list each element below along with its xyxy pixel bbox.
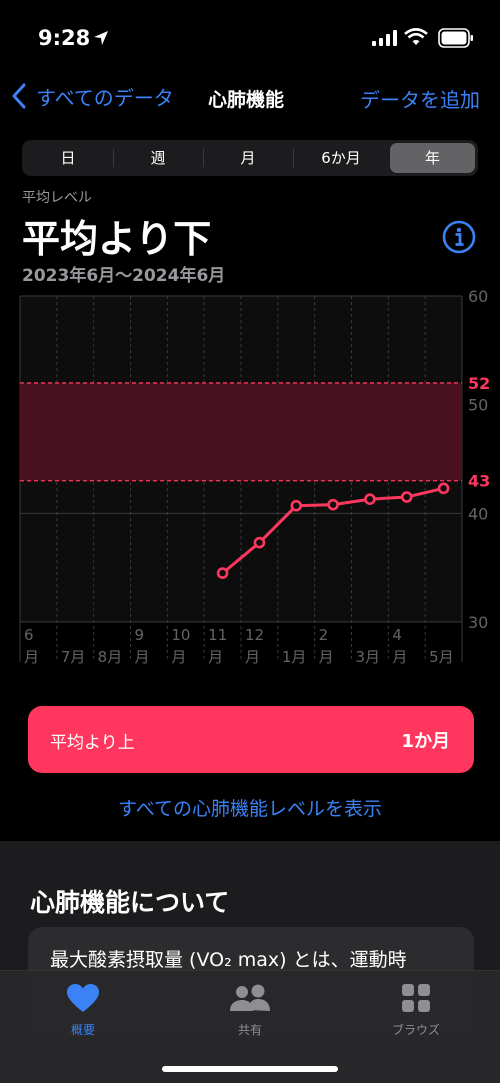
info-icon[interactable]: [442, 220, 476, 254]
x-tick-label: 月: [171, 648, 186, 666]
x-tick-label: 5月: [429, 648, 454, 666]
navigation-bar: すべてのデータ 心肺機能 データを追加: [0, 78, 500, 118]
data-point: [400, 491, 413, 503]
tab-browse-label: ブラウズ: [391, 1023, 440, 1037]
tab-summary[interactable]: 概要: [23, 983, 143, 1038]
x-tick-label: 月: [319, 648, 334, 666]
x-tick-label: 10: [171, 626, 190, 644]
main-content: 日 週 月 6か月 年 平均レベル 平均より下 2023年6月〜2024年6月 …: [0, 126, 500, 841]
band-high-label: 52: [468, 374, 490, 393]
cellular-signal-icon: [372, 30, 397, 46]
x-tick-label: 月: [208, 648, 223, 666]
y-tick-label: 60: [468, 287, 488, 306]
tab-browse[interactable]: ブラウズ: [356, 983, 476, 1038]
time-range-segmented-control: 日 週 月 6か月 年: [22, 140, 478, 176]
back-button-label: すべてのデータ: [36, 85, 174, 110]
data-point: [437, 482, 450, 495]
y-tick-label: 50: [468, 396, 488, 415]
x-tick-label: 月: [24, 648, 39, 666]
segment-month[interactable]: 月: [205, 143, 291, 173]
segment-year[interactable]: 年: [390, 143, 475, 173]
segment-divider: [113, 149, 114, 167]
average-level-value: 平均より下: [22, 217, 212, 261]
location-arrow-icon: [94, 31, 108, 45]
x-tick-label: 9: [135, 626, 145, 644]
chevron-left-icon: [12, 83, 26, 109]
x-tick-label: 12: [245, 626, 264, 644]
segment-6-months[interactable]: 6か月: [295, 143, 387, 173]
x-tick-label: 11: [208, 626, 227, 644]
x-tick-label: 8月: [98, 648, 123, 666]
wifi-icon: [404, 28, 428, 45]
data-point: [327, 498, 339, 511]
heart-icon: [67, 984, 99, 1012]
data-point: [253, 536, 266, 549]
grid-icon: [402, 984, 430, 1012]
x-tick-label: 月: [392, 648, 407, 666]
data-point: [216, 567, 229, 579]
battery-icon: [438, 28, 473, 48]
status-time: 9:28: [38, 26, 91, 50]
x-tick-label: 7月: [61, 648, 86, 666]
home-indicator: [162, 1066, 338, 1072]
status-bar: 9:28: [0, 0, 500, 70]
segment-week[interactable]: 週: [115, 143, 201, 173]
data-point: [364, 493, 376, 506]
x-tick-label: 月: [135, 648, 150, 666]
x-tick-label: 月: [245, 648, 260, 666]
tab-summary-label: 概要: [70, 1023, 95, 1037]
add-data-button[interactable]: データを追加: [360, 84, 480, 113]
average-level-label: 平均レベル: [22, 190, 92, 206]
above-average-label: 平均より上: [50, 733, 135, 753]
data-point: [290, 499, 303, 512]
y-tick-label: 40: [468, 504, 488, 523]
date-range: 2023年6月〜2024年6月: [22, 266, 226, 286]
segment-divider: [293, 149, 294, 167]
y-tick-label: 30: [468, 613, 488, 632]
x-tick-label: 1月: [282, 648, 307, 666]
about-text: 最大酸素摂取量 (VO₂ max) とは、運動時: [50, 949, 407, 971]
show-all-levels-link[interactable]: すべての心肺機能レベルを表示: [0, 794, 500, 821]
average-range-band: [20, 382, 462, 481]
tab-sharing[interactable]: 共有: [190, 983, 310, 1038]
x-tick-label: 2: [319, 626, 329, 644]
about-title: 心肺機能について: [30, 888, 230, 917]
nav-title: 心肺機能: [208, 89, 285, 111]
above-average-value: 1か月: [401, 731, 450, 752]
segment-divider: [203, 149, 204, 167]
x-tick-label: 3月: [356, 648, 381, 666]
tab-sharing-label: 共有: [237, 1023, 262, 1037]
people-icon: [230, 984, 270, 1011]
x-tick-label: 4: [392, 626, 402, 644]
segment-day[interactable]: 日: [25, 143, 111, 173]
band-low-label: 43: [468, 472, 490, 491]
back-button[interactable]: すべてのデータ: [10, 78, 174, 114]
above-average-row[interactable]: 平均より上 1か月: [28, 706, 474, 773]
vo2max-chart[interactable]: 52 43 60 50 40 30 6 月 7月 8月 9 月 10 月 11 月 12 月 1月 2 月 3月 4 月…: [0, 286, 500, 676]
x-tick-label: 6: [24, 626, 34, 644]
